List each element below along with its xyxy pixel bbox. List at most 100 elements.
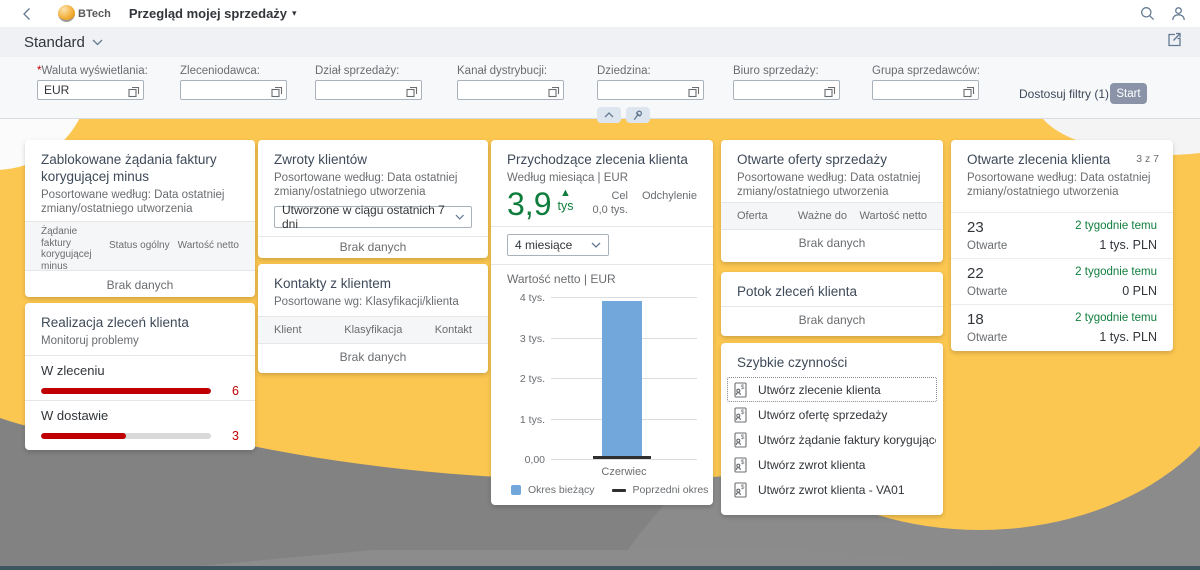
legend-previous-swatch [612,489,626,492]
card-title: Otwarte oferty sprzedaży [737,151,927,168]
card-header[interactable]: Zablokowane żądania faktury korygującej … [25,140,255,216]
select-value: Utworzone w ciągu ostatnich 7 dni [282,203,455,231]
column-header: Ważne do [785,210,847,222]
filter-area: Dziedzina: [597,65,704,100]
value-help-icon[interactable] [824,85,836,97]
filter-sales-division: Dział sprzedaży: [315,65,422,100]
card-subtitle: Monitoruj problemy [41,335,239,349]
returns-period-select[interactable]: Utworzone w ciągu ostatnich 7 dni [274,206,472,228]
card-blocked-credit-memos: Zablokowane żądania faktury korygującej … [25,140,255,297]
card-header[interactable]: Zwroty klientów Posortowane według: Data… [258,140,488,199]
card-title: Zwroty klientów [274,151,472,168]
card-header[interactable]: Potok zleceń klienta [721,272,943,300]
search-button[interactable] [1140,6,1155,21]
quick-action-label: Utwórz zlecenie klienta [758,383,881,397]
card-header[interactable]: Przychodzące zlecenia klienta Według mie… [491,140,713,186]
column-header: Żądanie faktury korygującej minus [41,226,105,266]
card-order-fulfillment: Realizacja zleceń klienta Monitoruj prob… [25,303,255,450]
fulfillment-row-in-order[interactable]: W zleceniu 6 [41,363,239,398]
filter-label: Biuro sprzedaży: [733,65,819,77]
card-title: Szybkie czynności [737,354,927,371]
card-header[interactable]: Realizacja zleceń klienta Monitoruj prob… [25,303,255,349]
order-age: 2 tygodnie temu [1075,265,1157,280]
adapt-filters-link[interactable]: Dostosuj filtry (1) [1019,87,1109,101]
bottom-edge-strip [0,566,1200,570]
svg-text:$: $ [741,484,745,491]
sales-order-icon: $ [734,407,748,423]
card-header[interactable]: Kontakty z klientem Posortowane wg: Klas… [258,264,488,310]
legend-label: Okres bieżący [528,484,595,496]
pin-header-button[interactable] [626,107,650,123]
quick-actions-list: $ Utwórz zlecenie klienta $ Utwórz ofert… [727,377,937,502]
svg-text:$: $ [741,434,745,441]
bar-chart: 4 tys. 3 tys. 2 tys. 1 tys. 0,00 [507,298,697,460]
column-header: Wartość netto [847,210,927,222]
quick-action-create-credit-memo-request[interactable]: $ Utwórz żądanie faktury korygującej m..… [727,427,937,452]
fulfillment-bar-0 [41,388,211,394]
variant-selector[interactable]: Standard [24,34,103,51]
quick-action-label: Utwórz żądanie faktury korygującej m... [758,433,937,447]
value-help-icon[interactable] [128,85,140,97]
fulfillment-row-in-delivery[interactable]: W dostawie 3 [41,408,239,443]
no-data-text: Brak danych [258,350,488,364]
variant-title: Standard [24,34,85,51]
share-icon [1167,32,1182,47]
trend-up-icon: ▲ [560,188,571,199]
card-subtitle: Posortowane według: Data ostatniej zmian… [967,172,1157,199]
deviation-value [642,204,697,216]
legend-label: Poprzedni okres [633,484,709,496]
card-customer-contacts: Kontakty z klientem Posortowane wg: Klas… [258,264,488,373]
app-title-menu[interactable]: Przegląd mojej sprzedaży ▾ [129,6,297,21]
sales-order-icon: $ [734,482,748,498]
divider [491,264,713,265]
sales-order-icon: $ [734,382,748,398]
no-data-text: Brak danych [258,240,488,254]
card-subtitle: Posortowane według: Data ostatniej zmian… [41,189,239,216]
y-tick: 3 tys. [505,333,545,345]
value-help-icon[interactable] [271,85,283,97]
quick-action-label: Utwórz zwrot klienta - VA01 [758,483,905,497]
quick-action-create-sales-quote[interactable]: $ Utwórz ofertę sprzedaży [727,402,937,427]
share-button[interactable] [1167,32,1182,52]
open-order-row[interactable]: 22 Otwarte 2 tygodnie temu 0 PLN [951,258,1173,304]
row-label: W zleceniu [41,363,239,378]
quick-action-create-sales-order[interactable]: $ Utwórz zlecenie klienta [727,377,937,402]
row-label: W dostawie [41,408,239,423]
card-header[interactable]: Otwarte oferty sprzedaży Posortowane wed… [721,140,943,199]
go-button[interactable]: Start [1110,83,1147,104]
svg-text:$: $ [741,459,745,466]
order-value: 0 PLN [1075,283,1157,299]
no-data-text: Brak danych [721,236,943,250]
card-customer-returns: Zwroty klientów Posortowane według: Data… [258,140,488,258]
open-order-row[interactable]: 18 Otwarte 2 tygodnie temu 1 tys. PLN [951,304,1173,350]
value-help-icon[interactable] [548,85,560,97]
value-help-icon[interactable] [963,85,975,97]
no-data-text: Brak danych [25,278,255,292]
card-subtitle: Posortowane wg: Klasyfikacji/klienta [274,296,472,310]
legend-current-swatch [511,485,521,495]
filter-label: Dział sprzedaży: [315,65,399,77]
filter-label: Waluta wyświetlania: [41,65,147,77]
card-title: Otwarte zlecenia klienta [967,151,1157,168]
sales-order-icon: $ [734,457,748,473]
collapse-header-button[interactable] [597,107,621,123]
open-order-row[interactable]: 23 Otwarte 2 tygodnie temu 1 tys. PLN [951,212,1173,258]
chart-legend: Okres bieżący Poprzedni okres [511,484,708,496]
kpi-section: 3,9 ▲ tys Cel Odchylenie 0,0 tys. [507,186,697,222]
divider [25,400,255,401]
user-button[interactable] [1171,6,1186,21]
value-help-icon[interactable] [688,85,700,97]
company-logo: BTech [58,5,111,22]
column-header: Kontakt [421,324,472,336]
chevron-up-icon [604,112,614,118]
chevron-left-icon [22,7,31,21]
chart-period-select[interactable]: 4 miesiące [507,234,609,256]
card-header[interactable]: Otwarte zlecenia klienta Posortowane wed… [951,140,1173,199]
quick-action-create-customer-return-va01[interactable]: $ Utwórz zwrot klienta - VA01 [727,477,937,502]
column-header: Klient [274,324,344,336]
quick-action-label: Utwórz zwrot klienta [758,458,865,472]
back-button[interactable] [16,4,36,24]
value-help-icon[interactable] [406,85,418,97]
quick-action-create-customer-return[interactable]: $ Utwórz zwrot klienta [727,452,937,477]
card-open-orders: Otwarte zlecenia klienta Posortowane wed… [951,140,1173,351]
